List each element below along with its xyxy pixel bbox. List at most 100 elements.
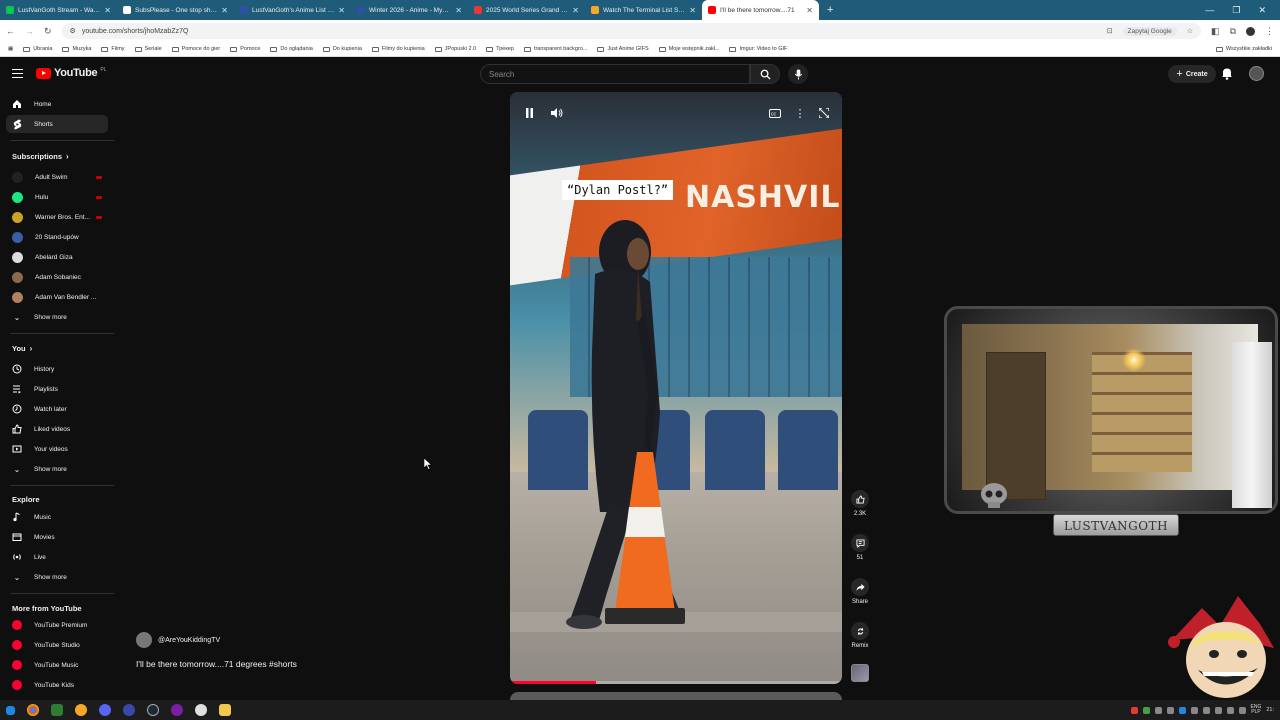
sidebar-item-liked-videos[interactable]: Liked videos bbox=[6, 420, 108, 438]
sidebar-item-subscription[interactable]: Abelard Giza bbox=[6, 248, 108, 266]
browser-tab[interactable]: 2025 World Series Grand Finale ✕ bbox=[468, 0, 585, 20]
sidebar-item-home[interactable]: Home bbox=[6, 95, 108, 113]
omnibox[interactable]: ⚙ youtube.com/shorts/jhoMzabZz7Q ⊡ Zapyt… bbox=[61, 23, 1202, 39]
bookmark-item[interactable]: Filmy do kupienia bbox=[371, 46, 425, 52]
vpn-icon[interactable] bbox=[123, 704, 135, 716]
browser-tab[interactable]: Winter 2026 - Anime - MyAnim ✕ bbox=[351, 0, 468, 20]
warning-app-icon[interactable] bbox=[75, 704, 87, 716]
pause-button[interactable] bbox=[522, 106, 536, 120]
terminal-icon[interactable] bbox=[51, 704, 63, 716]
sidebar-item-live[interactable]: Live bbox=[6, 548, 108, 566]
profile-icon[interactable] bbox=[1246, 26, 1255, 36]
bookmark-item[interactable]: Moje wstępnik zakł... bbox=[658, 46, 719, 52]
tray-app-icon[interactable] bbox=[1214, 706, 1222, 714]
minimize-button[interactable]: — bbox=[1205, 5, 1214, 16]
tray-app-icon[interactable] bbox=[1178, 706, 1186, 714]
browser-tab[interactable]: SubsPlease - One stop shop fo ✕ bbox=[117, 0, 234, 20]
bookmark-item[interactable]: Filmy bbox=[101, 46, 125, 52]
account-avatar[interactable] bbox=[1249, 66, 1264, 81]
sidebar-item-subscription[interactable]: 20 Stand-upów bbox=[6, 228, 108, 246]
bookmark-item[interactable]: Do oglądania bbox=[270, 46, 313, 52]
sidebar-item-watch-later[interactable]: Watch later bbox=[6, 400, 108, 418]
tray-app-icon[interactable] bbox=[1166, 706, 1174, 714]
obs-icon[interactable] bbox=[195, 704, 207, 716]
menu-dots-icon[interactable]: ⋮ bbox=[1265, 26, 1274, 37]
share-button[interactable] bbox=[851, 578, 869, 596]
search-input[interactable]: Search bbox=[480, 64, 750, 84]
short-title[interactable]: I'll be there tomorrow....71 degrees #sh… bbox=[136, 659, 297, 669]
browser-tab[interactable]: LustVanGoth Stream - Watch Li ✕ bbox=[0, 0, 117, 20]
shorts-player[interactable]: NASHVILLE “Dylan Postl?” cc ⋮ bbox=[510, 92, 842, 684]
discord-icon[interactable] bbox=[99, 704, 111, 716]
captions-button[interactable]: cc bbox=[768, 106, 782, 120]
sidebar-show-more-subscriptions[interactable]: ⌄ Show more bbox=[6, 308, 108, 326]
tray-app-icon[interactable] bbox=[1154, 706, 1162, 714]
search-button[interactable] bbox=[750, 64, 780, 84]
sidebar-show-more-you[interactable]: ⌄ Show more bbox=[6, 460, 108, 478]
channel-handle[interactable]: @AreYouKiddingTV bbox=[158, 637, 220, 644]
sidebar-item-youtube-product[interactable]: YouTube Music bbox=[6, 656, 108, 674]
sidebar-item-youtube-product[interactable]: YouTube Kids bbox=[6, 676, 108, 694]
new-tab-button[interactable]: + bbox=[819, 4, 841, 16]
media-player-icon[interactable] bbox=[171, 704, 183, 716]
maximize-button[interactable]: ❐ bbox=[1232, 5, 1240, 16]
sidebar-item-youtube-product[interactable]: YouTube Premium bbox=[6, 616, 108, 634]
sidebar-item-playlists[interactable]: Playlists bbox=[6, 380, 108, 398]
remix-action[interactable]: Remix bbox=[848, 622, 872, 649]
sidebar-item-shorts[interactable]: Shorts bbox=[6, 115, 108, 133]
extension-icon[interactable]: ◧ bbox=[1211, 26, 1220, 37]
you-heading[interactable]: You › bbox=[12, 344, 32, 353]
bookmark-star-icon[interactable]: ☆ bbox=[1187, 27, 1193, 35]
short-channel-row[interactable]: @AreYouKiddingTV bbox=[136, 632, 220, 648]
voice-search-button[interactable] bbox=[788, 64, 808, 84]
sidebar-item-history[interactable]: History bbox=[6, 360, 108, 378]
hamburger-menu-icon[interactable] bbox=[12, 69, 23, 78]
share-action[interactable]: Share bbox=[848, 578, 872, 605]
extensions-puzzle-icon[interactable]: ⧉ bbox=[1230, 26, 1236, 37]
chrome-icon[interactable] bbox=[27, 704, 39, 716]
bookmark-item[interactable]: Muzyka bbox=[62, 46, 91, 52]
sidebar-item-youtube-product[interactable]: YouTube Studio bbox=[6, 636, 108, 654]
back-icon[interactable]: ← bbox=[6, 26, 15, 36]
tray-app-icon[interactable] bbox=[1130, 706, 1138, 714]
bookmark-item[interactable]: Do kupienia bbox=[322, 46, 362, 52]
tab-close-icon[interactable]: ✕ bbox=[806, 6, 813, 15]
file-explorer-icon[interactable] bbox=[219, 704, 231, 716]
sidebar-item-subscription[interactable]: Adam Sobaniec bbox=[6, 268, 108, 286]
bookmark-item[interactable]: JPopuski 2.0 bbox=[434, 46, 476, 52]
tab-close-icon[interactable]: ✕ bbox=[221, 6, 228, 15]
notifications-button[interactable] bbox=[1221, 67, 1233, 85]
more-options-button[interactable]: ⋮ bbox=[793, 106, 807, 120]
fullscreen-button[interactable] bbox=[817, 106, 831, 120]
video-progress-bar[interactable] bbox=[510, 681, 842, 684]
tray-app-icon[interactable] bbox=[1190, 706, 1198, 714]
comments-button[interactable] bbox=[851, 534, 869, 552]
ask-google-button[interactable]: Zapytaj Google bbox=[1122, 26, 1177, 36]
sidebar-item-subscription[interactable]: Hulu bbox=[6, 188, 108, 206]
like-button[interactable] bbox=[851, 490, 869, 508]
bookmark-item[interactable]: Pomoce bbox=[230, 46, 260, 52]
sidebar-item-subscription[interactable]: Adult Swim bbox=[6, 168, 108, 186]
tab-close-icon[interactable]: ✕ bbox=[338, 6, 345, 15]
tab-close-icon[interactable]: ✕ bbox=[104, 6, 111, 15]
comments-action[interactable]: 51 bbox=[848, 534, 872, 561]
channel-avatar[interactable] bbox=[136, 632, 152, 648]
sidebar-item-subscription[interactable]: Adam Van Bendler ... bbox=[6, 288, 108, 306]
apps-icon[interactable]: ▦ bbox=[8, 46, 13, 52]
reload-icon[interactable]: ↻ bbox=[44, 26, 52, 37]
bookmark-item[interactable]: Pomoce do gier bbox=[171, 46, 220, 52]
sidebar-item-your-videos[interactable]: Your videos bbox=[6, 440, 108, 458]
volume-button[interactable] bbox=[550, 106, 564, 120]
tray-app-icon[interactable] bbox=[1202, 706, 1210, 714]
install-icon[interactable]: ⊡ bbox=[1107, 27, 1113, 35]
all-bookmarks[interactable]: Wszystkie zakładki bbox=[1215, 46, 1272, 52]
youtube-logo[interactable]: YouTube PL bbox=[36, 67, 106, 79]
speaker-icon[interactable] bbox=[1238, 706, 1246, 714]
steam-icon[interactable] bbox=[147, 704, 159, 716]
browser-tab[interactable]: I'll be there tomorrow....71 ✕ bbox=[702, 0, 819, 20]
tab-close-icon[interactable]: ✕ bbox=[572, 6, 579, 15]
remix-button[interactable] bbox=[851, 622, 869, 640]
browser-tab[interactable]: LustVanGoth's Anime List - My ✕ bbox=[234, 0, 351, 20]
close-window-button[interactable]: ✕ bbox=[1258, 5, 1266, 16]
bookmark-item[interactable]: transparent backgro... bbox=[523, 46, 587, 52]
